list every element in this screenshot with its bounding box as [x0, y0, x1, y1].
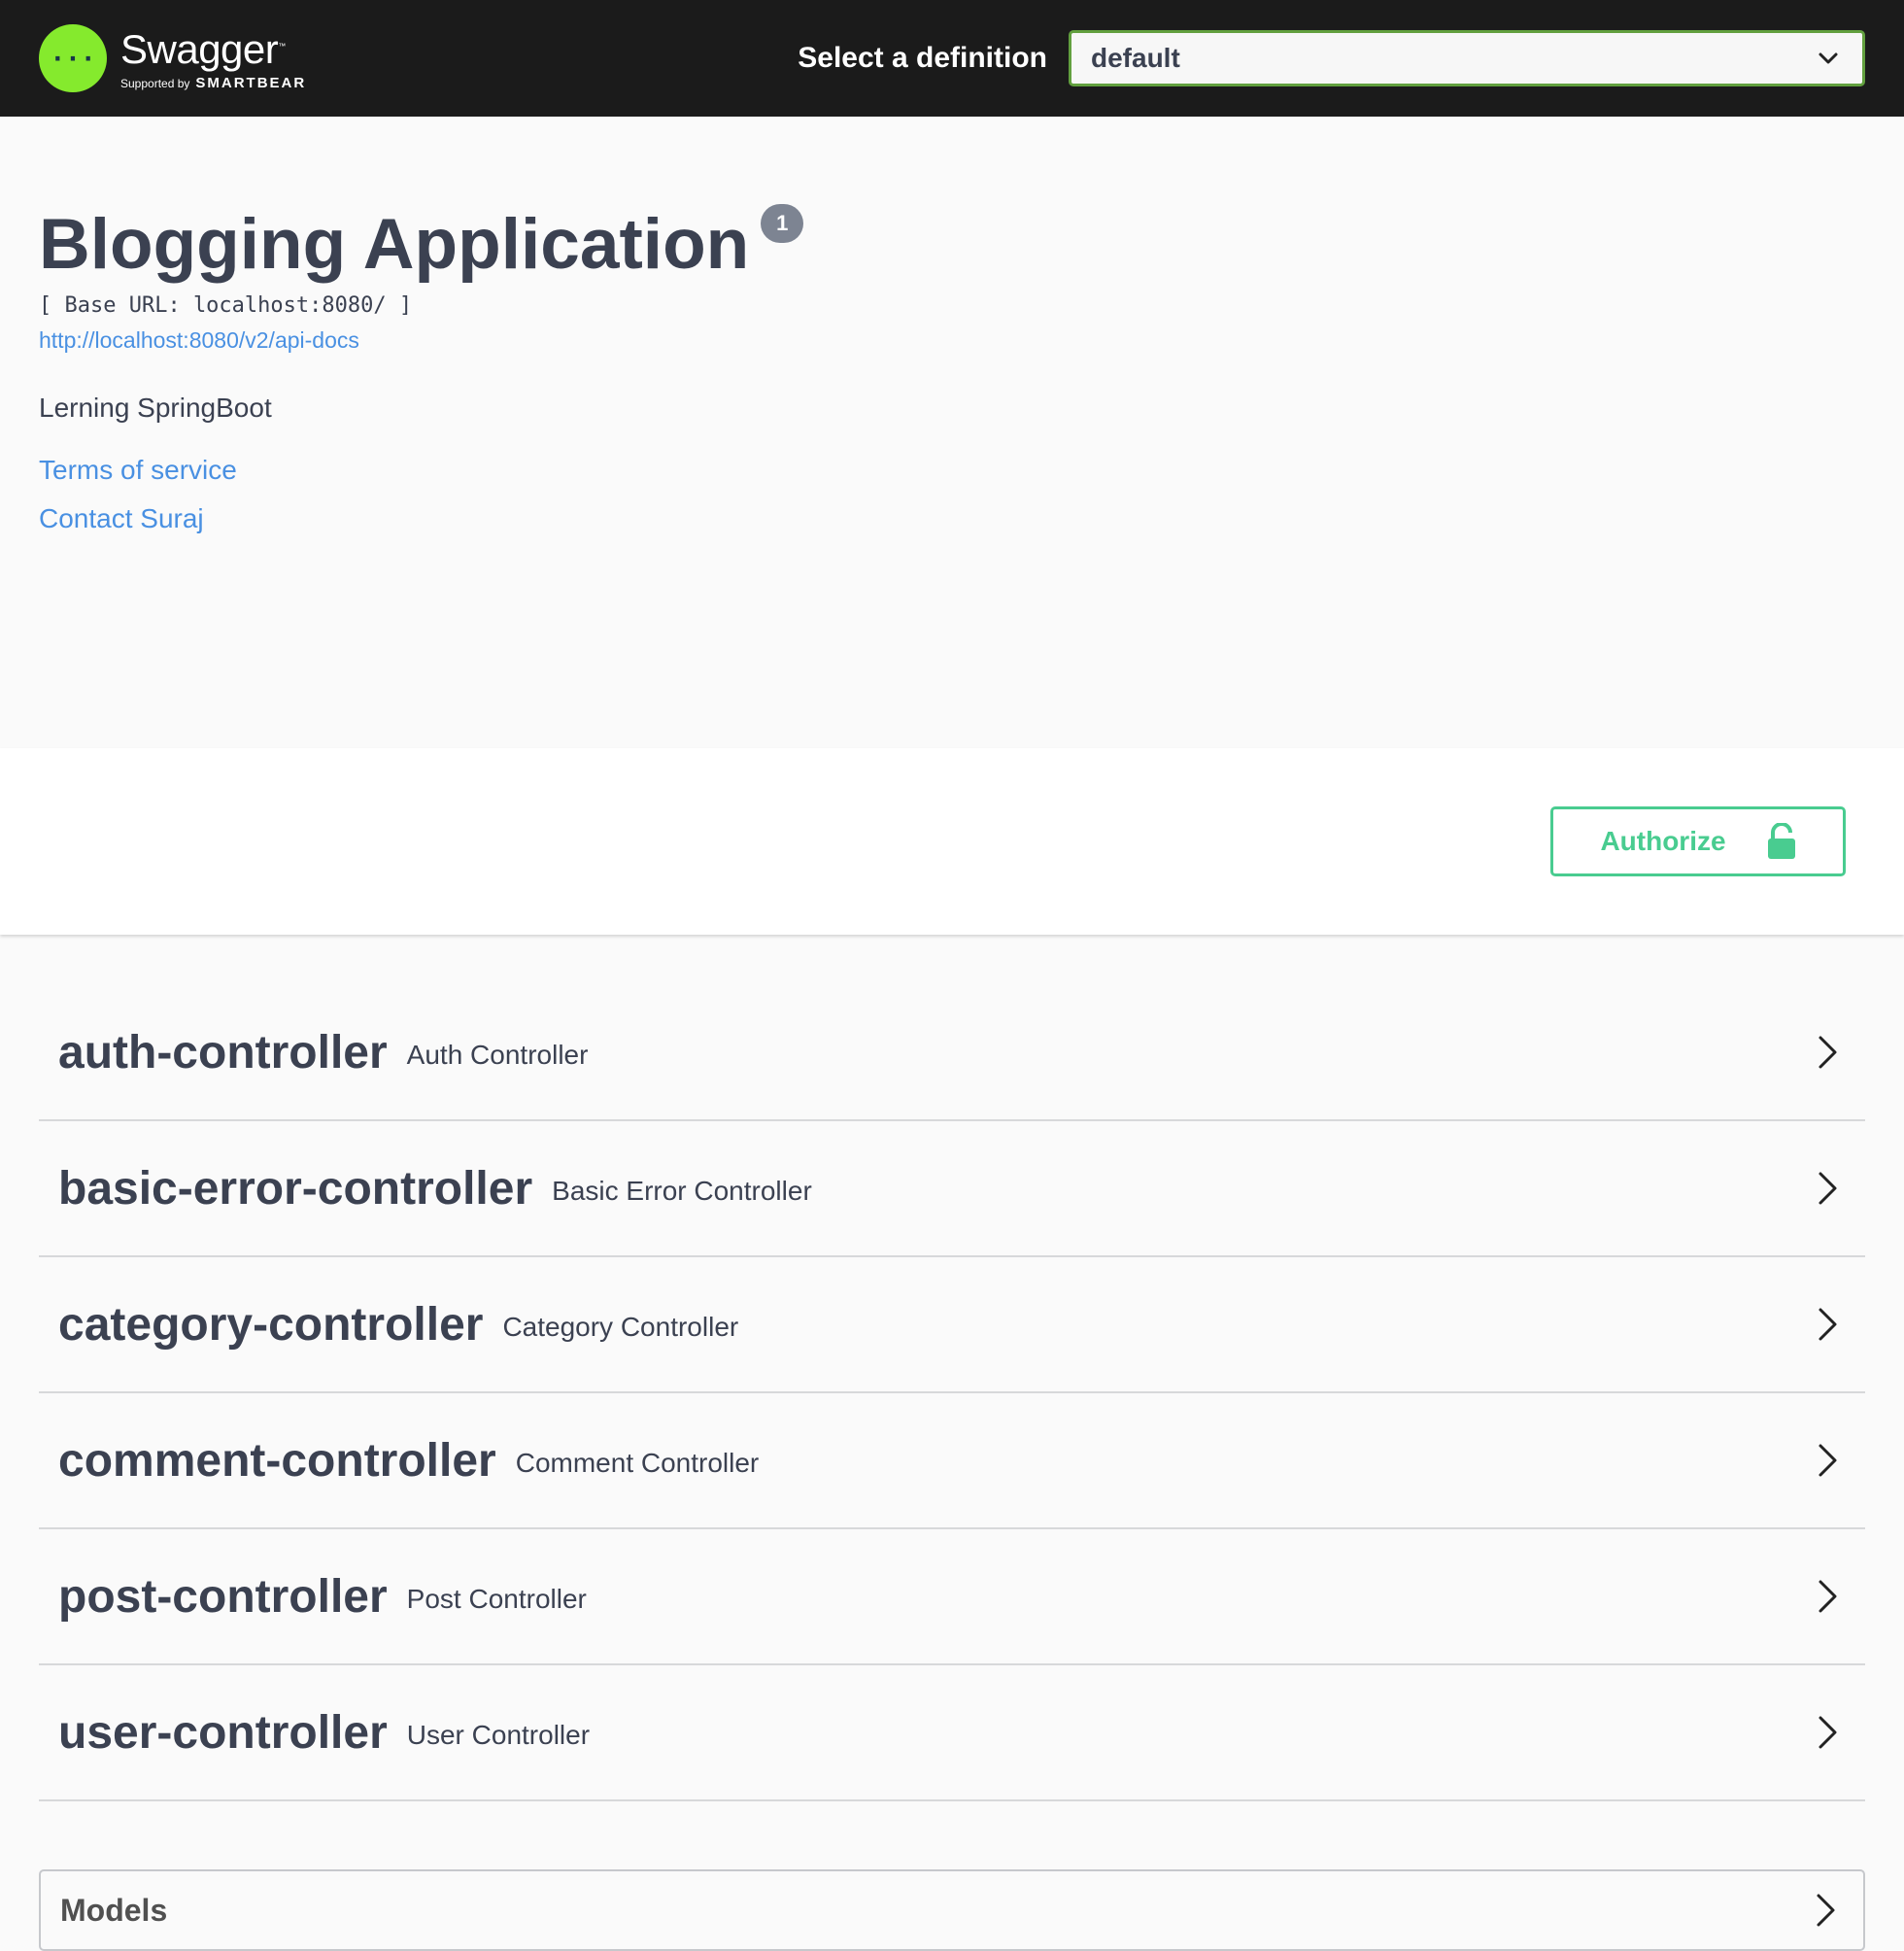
- tag-name: post-controller: [58, 1570, 388, 1623]
- tag-comment-controller[interactable]: comment-controller Comment Controller: [39, 1393, 1865, 1529]
- tag-name: user-controller: [58, 1706, 388, 1759]
- page-title: Blogging Application: [39, 205, 750, 284]
- chevron-right-icon: [1819, 1308, 1837, 1341]
- tag-basic-error-controller[interactable]: basic-error-controller Basic Error Contr…: [39, 1121, 1865, 1257]
- definition-select[interactable]: default: [1069, 30, 1865, 86]
- authorize-label: Authorize: [1600, 826, 1726, 856]
- logo-name: Swagger™: [120, 26, 286, 72]
- logo-text: Swagger™ Supported by SMARTBEAR: [120, 25, 306, 92]
- auth-section: Authorize: [0, 748, 1904, 935]
- chevron-right-icon: [1819, 1036, 1837, 1069]
- models-section[interactable]: Models: [39, 1869, 1865, 1951]
- logo-supported-text: Supported by: [120, 77, 190, 90]
- api-description: Lerning SpringBoot: [39, 393, 272, 423]
- tag-auth-controller[interactable]: auth-controller Auth Controller: [39, 985, 1865, 1121]
- tag-name: comment-controller: [58, 1434, 496, 1487]
- chevron-right-icon: [1817, 1894, 1835, 1927]
- chevron-right-icon: [1819, 1172, 1837, 1205]
- logo-brand-text: SMARTBEAR: [195, 75, 307, 91]
- models-title: Models: [60, 1892, 168, 1928]
- tag-description: Auth Controller: [406, 1040, 589, 1070]
- tag-description: Comment Controller: [515, 1448, 760, 1478]
- tag-description: Category Controller: [502, 1312, 739, 1342]
- svg-text:{···}: {···}: [51, 45, 94, 74]
- tag-name: auth-controller: [58, 1026, 388, 1078]
- base-url: [ Base URL: localhost:8080/ ]: [39, 293, 413, 318]
- chevron-right-icon: [1819, 1716, 1837, 1749]
- terms-of-service-link[interactable]: Terms of service: [39, 455, 1865, 486]
- definition-label: Select a definition: [798, 42, 1047, 74]
- tag-name: basic-error-controller: [58, 1162, 533, 1215]
- swagger-logo[interactable]: {···} Swagger™ Supported by SMARTBEAR: [39, 24, 306, 92]
- topbar: {···} Swagger™ Supported by SMARTBEAR Se…: [0, 0, 1904, 117]
- authorize-button[interactable]: Authorize: [1550, 806, 1846, 876]
- definition-select-value: default: [1091, 43, 1180, 73]
- swagger-logo-icon: {···}: [39, 24, 107, 92]
- logo-subtitle: Supported by SMARTBEAR: [120, 75, 306, 91]
- chevron-right-icon: [1819, 1444, 1837, 1477]
- unlock-icon: [1767, 823, 1795, 859]
- tag-description: Post Controller: [406, 1584, 587, 1614]
- version-badge: 1: [761, 204, 804, 243]
- chevron-down-icon: [1819, 52, 1838, 64]
- contact-link[interactable]: Contact Suraj: [39, 503, 1865, 534]
- tag-description: User Controller: [406, 1720, 591, 1750]
- tag-user-controller[interactable]: user-controller User Controller: [39, 1665, 1865, 1801]
- title-row: Blogging Application 1: [39, 204, 1865, 286]
- tag-description: Basic Error Controller: [552, 1176, 812, 1206]
- chevron-right-icon: [1819, 1580, 1837, 1613]
- tag-list: auth-controller Auth Controller basic-er…: [0, 935, 1904, 1801]
- tag-category-controller[interactable]: category-controller Category Controller: [39, 1257, 1865, 1393]
- api-docs-link[interactable]: http://localhost:8080/v2/api-docs: [39, 327, 1865, 354]
- tag-post-controller[interactable]: post-controller Post Controller: [39, 1529, 1865, 1665]
- tag-name: category-controller: [58, 1298, 484, 1351]
- info-section: Blogging Application 1 [ Base URL: local…: [0, 117, 1904, 748]
